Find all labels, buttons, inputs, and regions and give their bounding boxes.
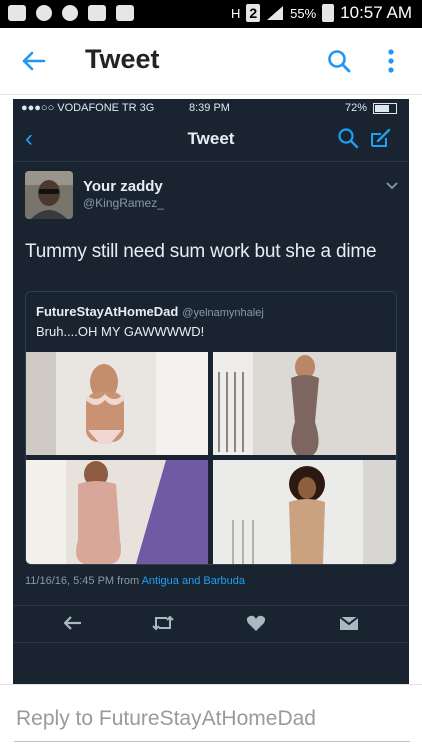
search-icon[interactable] <box>326 48 352 74</box>
quoted-text: Bruh....OH MY GAWWWWD! <box>36 324 205 339</box>
author-handle[interactable]: @KingRamez_ <box>83 196 164 210</box>
location-link[interactable]: Antigua and Barbuda <box>142 575 245 587</box>
quoted-author: FutureStayAtHomeDad @yelnamynhalej <box>36 304 264 319</box>
more-options-icon[interactable] <box>386 48 396 74</box>
inner-status-right: 72% <box>345 102 397 114</box>
search-icon[interactable] <box>337 127 359 149</box>
twitter-icon <box>88 5 106 21</box>
battery-icon <box>322 4 335 22</box>
retweet-icon[interactable] <box>151 614 175 632</box>
author-name[interactable]: Your zaddy <box>83 178 163 195</box>
page-title: Tweet <box>85 44 160 74</box>
photo-2[interactable] <box>213 352 396 455</box>
signal-icon <box>267 6 284 20</box>
inner-nav-bar: ‹ Tweet <box>13 117 409 162</box>
battery-icon <box>373 102 397 114</box>
chat-icon <box>36 5 52 21</box>
chat-icon <box>62 5 78 21</box>
quoted-tweet[interactable]: FutureStayAtHomeDad @yelnamynhalej Bruh..… <box>25 291 397 565</box>
tweet-text: Tummy still need sum work but she a dime <box>25 241 377 262</box>
tweet-date: 11/16/16, 5:45 PM from <box>25 575 140 587</box>
inner-clock: 8:39 PM <box>189 102 230 114</box>
quoted-author-name: FutureStayAtHomeDad <box>36 304 179 319</box>
chevron-down-icon[interactable] <box>385 181 399 191</box>
avatar[interactable] <box>25 171 73 219</box>
network-type-label: H <box>230 5 241 21</box>
like-icon[interactable] <box>246 614 266 632</box>
inner-status-bar: ●●●○○ VODAFONE TR 3G 8:39 PM 72% <box>13 99 409 117</box>
notification-icons <box>8 5 134 21</box>
carrier-label: ●●●○○ VODAFONE TR 3G <box>21 102 155 114</box>
tweet-meta: 11/16/16, 5:45 PM from Antigua and Barbu… <box>25 575 245 587</box>
status-right: H 2 55% 10:57 AM <box>231 3 412 23</box>
reply-underline <box>14 741 410 742</box>
status-bar: H 2 55% 10:57 AM <box>0 0 422 28</box>
direct-message-icon[interactable] <box>338 614 360 632</box>
sim-slot-label: 2 <box>246 4 261 22</box>
photo-3[interactable] <box>26 460 208 564</box>
clock: 10:57 AM <box>340 3 412 22</box>
embedded-screenshot: ●●●○○ VODAFONE TR 3G 8:39 PM 72% ‹ Tweet… <box>13 99 409 684</box>
action-bar <box>13 605 409 643</box>
battery-percent: 55% <box>290 5 317 21</box>
inner-battery-percent: 72% <box>344 102 367 114</box>
compose-icon[interactable] <box>369 127 393 149</box>
app-bar: Tweet <box>0 28 422 95</box>
avatar-image <box>25 171 73 219</box>
photo-4[interactable] <box>213 460 396 564</box>
twitter-icon <box>116 5 134 21</box>
back-arrow-icon[interactable] <box>18 46 48 76</box>
photo-1[interactable] <box>26 352 208 455</box>
reply-bar[interactable]: Reply to FutureStayAtHomeDad <box>0 684 422 751</box>
reply-input[interactable]: Reply to FutureStayAtHomeDad <box>16 707 316 731</box>
quoted-author-handle: @yelnamynhalej <box>182 307 264 319</box>
mail-icon <box>8 5 26 21</box>
reply-icon[interactable] <box>63 614 83 632</box>
